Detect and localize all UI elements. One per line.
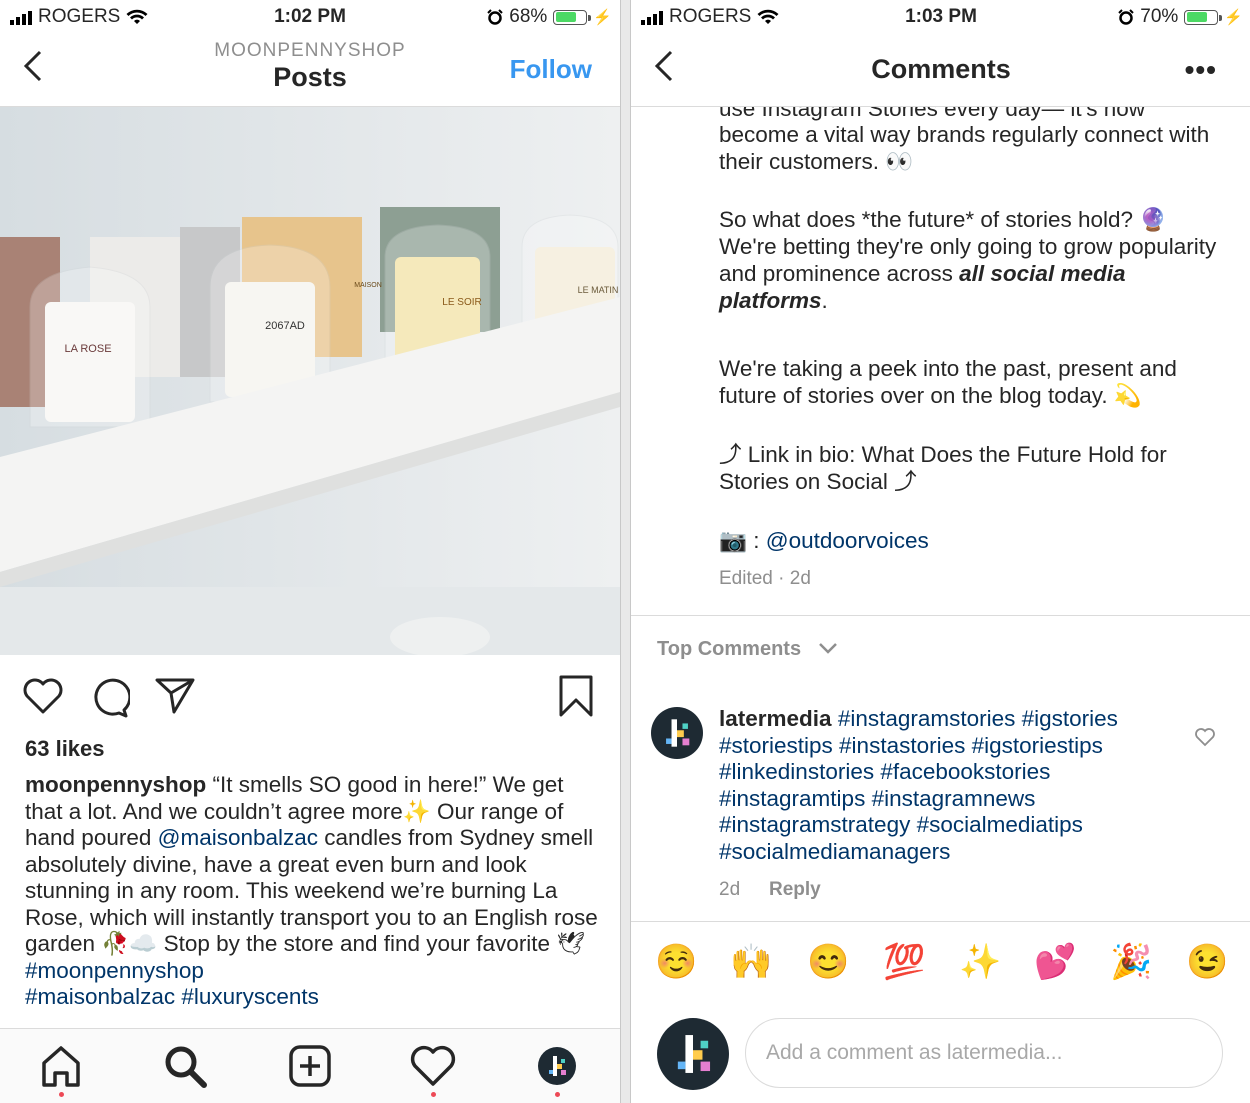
reply-button[interactable]: Reply [769,879,821,901]
sparkles-emoji: ✨ [402,798,431,824]
label-la-rose: LA ROSE [64,343,111,355]
follow-button[interactable]: Follow [510,54,592,85]
comment-like-icon[interactable] [1194,727,1216,747]
label-le-matin: LE MATIN [578,285,619,295]
comment-text: latermedia #instagramstories #igstories … [719,706,1169,865]
charging-icon: ⚡ [593,9,612,26]
candles-photo: LA ROSE 2067AD LE SOIR LE MATIN MAISON [0,107,620,655]
charging-icon: ⚡ [1224,9,1243,26]
rose-emoji: 🥀 [101,931,130,956]
home-icon[interactable] [36,1041,86,1091]
emoji-button[interactable]: 🙌 [730,942,772,982]
top-comments-toggle[interactable]: Top Comments [657,638,839,661]
post-caption: moonpennyshop “It smells SO good in here… [25,772,600,1011]
notification-dot [555,1092,560,1097]
label-maison: MAISON [354,282,382,289]
comment-icon[interactable] [88,676,130,718]
battery-icon [553,9,592,25]
post-paragraph: 📷 : @outdoorvoices [719,528,929,553]
cloud-emoji: ☁️ [129,931,158,956]
post-text: use Instagram Stories every day— it’s no… [631,107,1250,612]
post-screen: ROGERS 1:02 PM 68% ⚡ MOONPENNYSHOP Posts… [0,0,621,1103]
emoji-button[interactable]: 💯 [883,942,925,982]
battery-icon [1184,9,1223,25]
share-icon[interactable] [154,676,196,714]
page-title: Comments [871,54,1011,84]
emoji-button[interactable]: 💕 [1034,942,1076,982]
commenter-avatar[interactable] [651,707,703,759]
nav-bar: Comments ••• [631,34,1250,107]
notification-dot [59,1092,64,1097]
emoji-button[interactable]: ✨ [959,942,1001,982]
caption-username[interactable]: moonpennyshop [25,772,206,797]
heart-icon[interactable] [408,1041,458,1091]
post-paragraph: So what does *the future* of stories hol… [719,207,1217,313]
battery-percent: 70% [1140,6,1179,27]
later-logo-icon [549,1056,566,1076]
status-bar: ROGERS 1:02 PM 68% ⚡ [0,0,620,34]
later-logo-icon [677,1035,711,1073]
new-post-icon[interactable] [285,1041,335,1091]
emoji-button[interactable]: 😉 [1186,942,1228,982]
later-logo-icon [666,719,690,747]
emoji-button[interactable]: ☺️ [655,942,697,982]
emoji-button[interactable]: 😊 [807,942,849,982]
my-avatar [657,1018,729,1090]
divider [631,921,1250,922]
comment-time: 2d [719,879,741,900]
post-image[interactable]: LA ROSE 2067AD LE SOIR LE MATIN MAISON [0,107,620,655]
mention-link[interactable]: @maisonbalzac [158,825,318,850]
comment-username[interactable]: latermedia [719,706,832,731]
post-actions [0,672,620,718]
hashtag-link[interactable]: #moonpennyshop [25,958,204,983]
caption-text: Stop by the store and find your favorite [157,931,557,956]
battery-percent: 68% [509,6,548,27]
search-icon[interactable] [160,1041,210,1091]
likes-count[interactable]: 63 likes [25,736,105,762]
comments-screen: ROGERS 1:03 PM 70% ⚡ Comments ••• use In… [630,0,1250,1103]
nav-bar: MOONPENNYSHOP Posts Follow [0,34,620,107]
more-options-icon[interactable]: ••• [1185,54,1217,86]
mention-link[interactable]: @outdoorvoices [766,528,929,553]
post-paragraph: use Instagram Stories every day— it’s no… [719,107,1146,121]
hashtag-link[interactable]: #maisonbalzac [25,984,175,1009]
post-paragraph: We're taking a peek into the past, prese… [719,356,1177,408]
divider [631,615,1250,616]
hashtag-link[interactable]: #luxuryscents [181,984,319,1009]
dove-emoji: 🕊 [556,931,585,956]
post-paragraph: become a vital way brands regularly conn… [719,122,1210,174]
emoji-bar: ☺️ 🙌 😊 💯 ✨ 💕 🎉 😉 [631,942,1250,992]
profile-avatar[interactable] [538,1047,576,1085]
notification-dot [431,1092,436,1097]
label-le-soir: LE SOIR [442,297,481,308]
bookmark-icon[interactable] [558,674,594,718]
like-icon[interactable] [22,676,64,716]
comment-input[interactable]: Add a comment as latermedia... [745,1018,1223,1088]
alarm-icon [487,9,503,25]
emoji-button[interactable]: 🎉 [1110,942,1152,982]
status-bar: ROGERS 1:03 PM 70% ⚡ [631,0,1250,34]
edited-meta: Edited · 2d [719,568,811,589]
alarm-icon [1118,9,1134,25]
chevron-down-icon [818,643,837,654]
label-2067ad: 2067AD [265,320,305,332]
post-paragraph: ⤴ Link in bio: What Does the Future Hold… [719,442,1167,494]
tab-bar [0,1028,620,1103]
